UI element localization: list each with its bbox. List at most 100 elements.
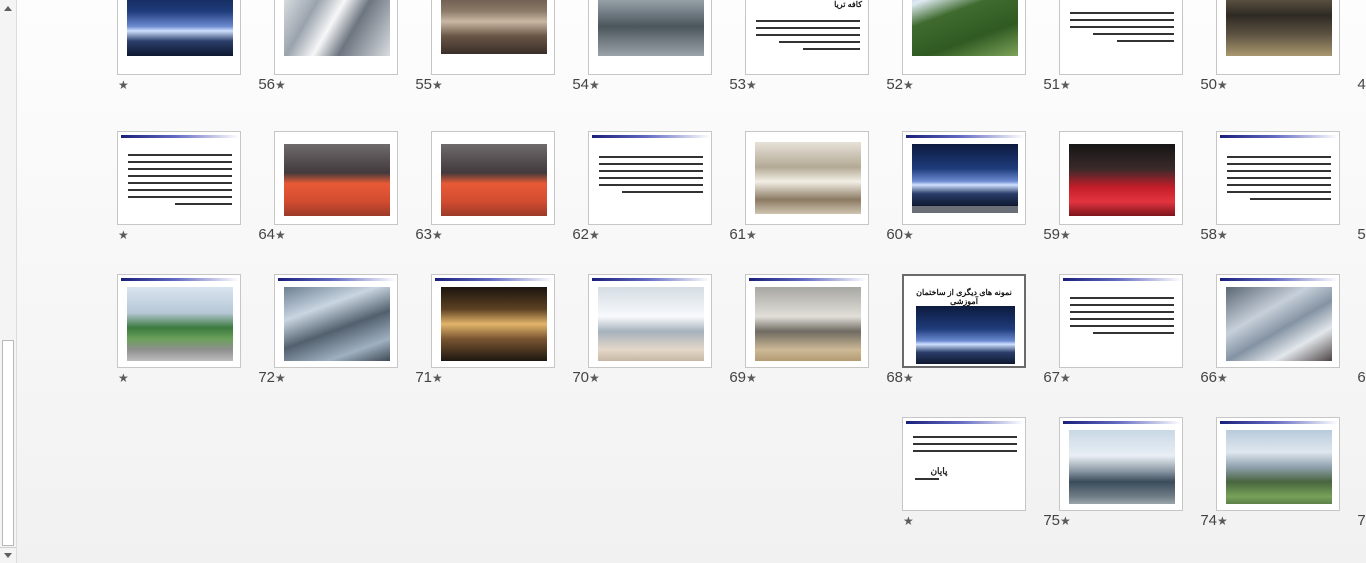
transition-star-icon[interactable]: ★ — [432, 228, 443, 242]
slide-image — [598, 287, 704, 361]
slide-image — [1226, 430, 1332, 504]
slide-number: 65 — [1357, 369, 1366, 386]
transition-star-icon[interactable]: ★ — [1217, 228, 1228, 242]
slide-preview[interactable] — [431, 131, 555, 225]
slide-thumbnail-67[interactable]: نمونه های دیگری از ساختمان آموزشی ★ 67 — [902, 274, 1060, 387]
transition-star-icon[interactable]: ★ — [275, 78, 286, 92]
slide-thumbnail-59[interactable]: ★ 59 — [902, 131, 1060, 244]
slide-thumbnail-65[interactable]: ★ 65 — [1216, 274, 1366, 387]
slide-image — [912, 0, 1018, 56]
slide-thumbnail-64[interactable]: ★ 64 — [117, 131, 275, 244]
slide-preview[interactable] — [1216, 274, 1340, 368]
slide-thumbnail-72[interactable]: ★ 72 — [117, 274, 275, 387]
slide-thumbnail-62[interactable]: ★ 62 — [431, 131, 589, 244]
slide-preview[interactable] — [1059, 417, 1183, 511]
transition-star-icon[interactable]: ★ — [903, 514, 914, 528]
slide-header-bar — [121, 278, 239, 281]
transition-star-icon[interactable]: ★ — [118, 78, 129, 92]
transition-star-icon[interactable]: ★ — [903, 371, 914, 385]
slide-preview[interactable] — [274, 131, 398, 225]
slide-preview[interactable] — [588, 274, 712, 368]
slide-thumbnail-58[interactable]: ★ 58 — [1059, 131, 1217, 244]
slide-number: 70 — [572, 369, 589, 386]
slide-thumbnail-73[interactable]: ★ 73 — [1216, 417, 1366, 530]
transition-star-icon[interactable]: ★ — [432, 78, 443, 92]
slide-thumbnail-54[interactable]: ★ 54 — [431, 0, 589, 94]
transition-star-icon[interactable]: ★ — [1060, 228, 1071, 242]
slide-preview[interactable] — [1059, 131, 1183, 225]
slide-thumbnail-61[interactable]: ★ 61 — [588, 131, 746, 244]
slide-thumbnail-70[interactable]: ★ 70 — [431, 274, 589, 387]
transition-star-icon[interactable]: ★ — [589, 78, 600, 92]
slide-thumbnail-49[interactable]: ★ 49 — [1216, 0, 1366, 94]
transition-star-icon[interactable]: ★ — [1060, 514, 1071, 528]
slide-preview[interactable] — [588, 131, 712, 225]
slide-preview[interactable]: کافه تریا — [745, 0, 869, 75]
slide-thumbnail-71[interactable]: ★ 71 — [274, 274, 432, 387]
slide-preview[interactable] — [117, 274, 241, 368]
slide-image — [1226, 287, 1332, 361]
slide-thumbnail-68[interactable]: ★ 68 — [745, 274, 903, 387]
slide-number: 74 — [1200, 512, 1217, 529]
transition-star-icon[interactable]: ★ — [903, 228, 914, 242]
slide-thumbnail-66[interactable]: ★ 66 — [1059, 274, 1217, 387]
slide-preview[interactable] — [588, 0, 712, 75]
transition-star-icon[interactable]: ★ — [589, 371, 600, 385]
transition-star-icon[interactable]: ★ — [746, 371, 757, 385]
slide-preview[interactable] — [274, 0, 398, 75]
vertical-scrollbar[interactable] — [0, 0, 17, 563]
scroll-down-button[interactable] — [0, 547, 16, 563]
slide-preview[interactable] — [431, 274, 555, 368]
slide-preview[interactable] — [1059, 274, 1183, 368]
slide-preview[interactable] — [1216, 0, 1340, 75]
slide-preview[interactable] — [1216, 131, 1340, 225]
slide-number: 54 — [572, 76, 589, 93]
slide-preview[interactable] — [1216, 417, 1340, 511]
slide-preview[interactable] — [902, 131, 1026, 225]
transition-star-icon[interactable]: ★ — [903, 78, 914, 92]
transition-star-icon[interactable]: ★ — [118, 371, 129, 385]
scroll-thumb[interactable] — [2, 340, 14, 546]
slide-thumbnail-75[interactable]: پایان ★ 75 — [902, 417, 1060, 530]
transition-star-icon[interactable]: ★ — [746, 78, 757, 92]
slide-thumbnail-69[interactable]: ★ 69 — [588, 274, 746, 387]
slide-preview[interactable] — [431, 0, 555, 75]
scroll-up-button[interactable] — [0, 0, 16, 16]
slide-image — [1069, 144, 1175, 216]
slide-preview[interactable] — [117, 0, 241, 75]
slide-preview[interactable] — [745, 274, 869, 368]
slide-preview[interactable]: پایان — [902, 417, 1026, 511]
slide-thumbnail-74[interactable]: ★ 74 — [1059, 417, 1217, 530]
slide-thumbnail-53[interactable]: ★ 53 — [588, 0, 746, 94]
slide-image — [441, 144, 547, 216]
slide-number: 49 — [1357, 76, 1366, 93]
slide-thumbnail-63[interactable]: ★ 63 — [274, 131, 432, 244]
slide-preview[interactable] — [117, 131, 241, 225]
slide-preview[interactable] — [1059, 0, 1183, 75]
transition-star-icon[interactable]: ★ — [275, 371, 286, 385]
slide-thumbnail-57[interactable]: ★ 57 — [1216, 131, 1366, 244]
slide-preview[interactable]: نمونه های دیگری از ساختمان آموزشی — [902, 274, 1026, 368]
transition-star-icon[interactable]: ★ — [1060, 371, 1071, 385]
slide-thumbnail-56[interactable]: ★ 56 — [117, 0, 275, 94]
slide-thumbnail-52[interactable]: کافه تریا ★ 52 — [745, 0, 903, 94]
slide-number: 52 — [886, 76, 903, 93]
transition-star-icon[interactable]: ★ — [1217, 371, 1228, 385]
transition-star-icon[interactable]: ★ — [432, 371, 443, 385]
slide-preview[interactable] — [745, 131, 869, 225]
transition-star-icon[interactable]: ★ — [1060, 78, 1071, 92]
transition-star-icon[interactable]: ★ — [746, 228, 757, 242]
slide-number: 69 — [729, 369, 746, 386]
slide-thumbnail-51[interactable]: ★ 51 — [902, 0, 1060, 94]
slide-header-bar — [1063, 421, 1181, 424]
transition-star-icon[interactable]: ★ — [275, 228, 286, 242]
slide-thumbnail-55[interactable]: ★ 55 — [274, 0, 432, 94]
slide-preview[interactable] — [902, 0, 1026, 75]
slide-thumbnail-60[interactable]: ★ 60 — [745, 131, 903, 244]
slide-thumbnail-50[interactable]: ★ 50 — [1059, 0, 1217, 94]
transition-star-icon[interactable]: ★ — [1217, 78, 1228, 92]
transition-star-icon[interactable]: ★ — [1217, 514, 1228, 528]
transition-star-icon[interactable]: ★ — [118, 228, 129, 242]
transition-star-icon[interactable]: ★ — [589, 228, 600, 242]
slide-preview[interactable] — [274, 274, 398, 368]
